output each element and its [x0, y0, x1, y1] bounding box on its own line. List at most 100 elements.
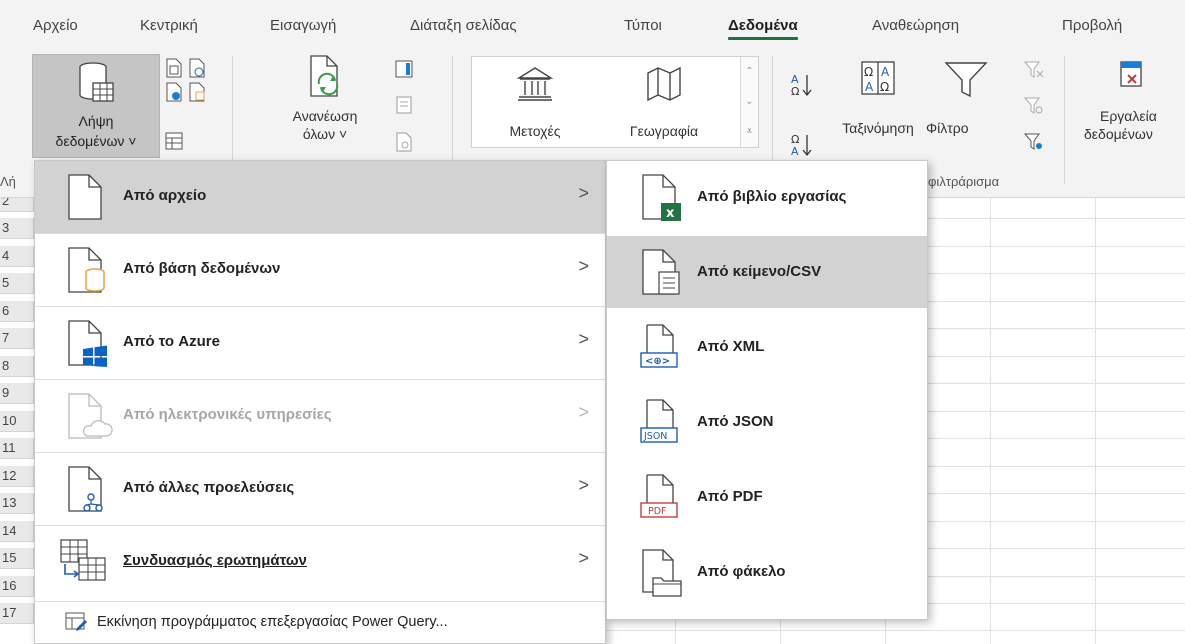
pdf-badge-text: PDF: [648, 506, 667, 517]
sort-label: Ταξινόμηση: [842, 120, 914, 136]
chevron-right-icon: >: [578, 256, 589, 276]
tab-insert[interactable]: Εισαγωγή: [270, 17, 336, 34]
row-header[interactable]: 6: [0, 301, 34, 322]
sort-az-icon[interactable]: A Ω: [790, 72, 814, 98]
data-tools-icon: [1117, 60, 1145, 90]
row-header[interactable]: 3: [0, 218, 34, 239]
row-header[interactable]: 15: [0, 548, 34, 569]
submenu-item-from-workbook[interactable]: x Από βιβλίο εργασίας: [607, 161, 927, 233]
menu-item-launch-power-query[interactable]: Εκκίνηση προγράμματος επεξεργασίας Power…: [35, 603, 605, 643]
cloud-document-icon: [65, 392, 113, 440]
menu-item-label: Από άλλες προελεύσεις: [123, 479, 295, 496]
submenu-item-from-xml[interactable]: <⊕> Από XML: [607, 311, 927, 383]
tab-view[interactable]: Προβολή: [1062, 17, 1122, 34]
submenu-item-label: Από PDF: [697, 488, 763, 505]
folder-document-icon: [639, 548, 685, 598]
row-header[interactable]: 14: [0, 521, 34, 542]
queries-connections-icon[interactable]: [395, 60, 413, 78]
submenu-item-label: Από βιβλίο εργασίας: [697, 188, 847, 205]
stocks-button[interactable]: Μετοχές: [490, 65, 580, 139]
refresh-all-button[interactable]: Ανανέωση όλων ˅: [270, 54, 380, 154]
chevron-right-icon: >: [578, 329, 589, 349]
row-header[interactable]: 13: [0, 493, 34, 514]
from-table-small-icon[interactable]: [165, 132, 183, 150]
bank-building-icon: [516, 65, 554, 103]
advanced-filter-icon[interactable]: [1024, 132, 1044, 152]
submenu-item-label: Από φάκελο: [697, 563, 786, 580]
filter-label: Φίλτρο: [926, 120, 969, 136]
text-document-icon: [639, 248, 685, 298]
geography-button[interactable]: Γεωγραφία: [604, 65, 724, 139]
refresh-label-2: όλων ˅: [302, 126, 348, 142]
menu-item-label: Συνδυασμός ερωτημάτων: [123, 552, 307, 569]
sort-za-icon[interactable]: Ω A: [790, 132, 814, 158]
row-header[interactable]: 12: [0, 466, 34, 487]
svg-text:Ω: Ω: [880, 80, 889, 94]
tools-label-1: Εργαλεία: [1100, 108, 1157, 124]
row-header[interactable]: 10: [0, 411, 34, 432]
submenu-item-label: Από κείμενο/CSV: [697, 263, 822, 280]
get-data-menu: Από αρχείο > Από βάση δεδομένων > Από το…: [34, 160, 606, 644]
row-header[interactable]: 9: [0, 383, 34, 404]
recent-sources-icon[interactable]: [188, 58, 206, 78]
submenu-item-from-text-csv[interactable]: Από κείμενο/CSV: [607, 236, 927, 308]
submenu-item-from-pdf[interactable]: PDF Από PDF: [607, 461, 927, 533]
menu-separator: [35, 601, 605, 602]
get-data-button[interactable]: Λήψη δεδομένων ˅: [32, 54, 160, 158]
clear-filter-icon[interactable]: [1024, 60, 1044, 80]
group-label-sort-filter: φιλτράρισμα: [928, 174, 1000, 189]
excel-badge-text: x: [666, 206, 675, 221]
refresh-document-icon: [305, 54, 345, 100]
gallery-scrollbar[interactable]: ⌃ ⌄ ⩡: [740, 57, 758, 147]
ribbon-tab-bar: Αρχείο Κεντρική Εισαγωγή Διάταξη σελίδας…: [0, 0, 1185, 48]
menu-item-from-database[interactable]: Από βάση δεδομένων >: [35, 234, 605, 306]
submenu-item-from-folder[interactable]: Από φάκελο: [607, 536, 927, 608]
row-header[interactable]: 5: [0, 273, 34, 294]
gallery-scroll-down[interactable]: ⌄: [741, 87, 758, 117]
tab-data[interactable]: Δεδομένα: [728, 17, 798, 40]
tab-review[interactable]: Αναθεώρηση: [872, 17, 959, 34]
svg-text:A: A: [881, 65, 890, 79]
row-header[interactable]: 2: [0, 198, 34, 212]
grid-line: [1095, 198, 1096, 644]
reapply-filter-icon[interactable]: [1024, 96, 1044, 116]
power-query-editor-icon: [65, 612, 87, 632]
row-header[interactable]: 4: [0, 246, 34, 267]
svg-text:A: A: [791, 145, 799, 158]
tab-home[interactable]: Κεντρική: [140, 17, 198, 34]
from-text-small-icon[interactable]: [165, 58, 183, 78]
submenu-item-label: Από XML: [697, 338, 765, 355]
svg-text:A: A: [865, 80, 874, 94]
data-tools-button[interactable]: Εργαλεία δεδομένων: [1076, 60, 1185, 142]
row-header[interactable]: 17: [0, 603, 34, 624]
sort-custom-icon: Ω A A Ω: [860, 60, 896, 96]
gallery-scroll-up[interactable]: ⌃: [741, 57, 758, 87]
properties-icon[interactable]: [395, 96, 413, 114]
get-data-label-2: δεδομένων ˅: [55, 133, 137, 149]
row-header[interactable]: 8: [0, 356, 34, 377]
menu-item-from-other-sources[interactable]: Από άλλες προελεύσεις >: [35, 453, 605, 525]
tab-file[interactable]: Αρχείο: [33, 17, 78, 34]
menu-item-label: Από το Azure: [123, 333, 220, 350]
svg-text:Ω: Ω: [864, 65, 873, 79]
excel-workbook-icon: x: [639, 173, 685, 223]
row-header[interactable]: 11: [0, 438, 34, 459]
existing-connections-icon[interactable]: [188, 82, 206, 102]
from-file-submenu: x Από βιβλίο εργασίας Από κείμενο/CSV <⊕…: [606, 160, 928, 620]
submenu-item-from-json[interactable]: JSON Από JSON: [607, 386, 927, 458]
menu-item-from-azure[interactable]: Από το Azure >: [35, 307, 605, 379]
menu-item-from-file[interactable]: Από αρχείο >: [35, 161, 605, 233]
from-web-small-icon[interactable]: [165, 82, 183, 102]
network-document-icon: [65, 465, 109, 513]
refresh-label-1: Ανανέωση: [292, 108, 358, 124]
tab-formulas[interactable]: Τύποι: [624, 17, 662, 34]
row-header[interactable]: 16: [0, 576, 34, 597]
filter-button[interactable]: Φίλτρο: [918, 60, 1028, 136]
gallery-expand[interactable]: ⩡: [741, 117, 758, 147]
row-header[interactable]: 7: [0, 328, 34, 349]
edit-links-icon[interactable]: [395, 132, 413, 152]
menu-item-label: Από ηλεκτρονικές υπηρεσίες: [123, 406, 332, 423]
tab-page-layout[interactable]: Διάταξη σελίδας: [410, 17, 517, 34]
sort-button[interactable]: Ω A A Ω Ταξινόμηση: [823, 60, 933, 136]
menu-item-combine-queries[interactable]: Συνδυασμός ερωτημάτων >: [35, 526, 605, 598]
